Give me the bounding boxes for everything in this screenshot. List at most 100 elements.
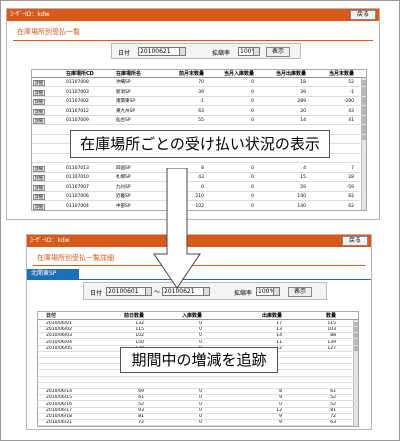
table-row: 2010/06/03 102 0 14 88 — [38, 333, 358, 340]
detail-button[interactable]: 詳細 — [33, 184, 45, 191]
table-cell: 0 — [279, 401, 282, 407]
user-id-label: ﾕｰｻﾞｰID：kdw — [10, 11, 50, 18]
table-cell: 28 — [348, 175, 354, 180]
table-cell: 72 — [330, 414, 336, 419]
table-cell: 0 — [199, 327, 202, 333]
table-cell: 115 — [135, 327, 144, 333]
table-cell: 01107008 — [66, 80, 89, 85]
table-cell: 14 — [276, 333, 282, 339]
col-prev-month: 前月末数量 — [178, 71, 204, 77]
table-cell: 0 — [251, 80, 254, 85]
table-cell: 13 — [276, 327, 282, 333]
table-header: 日付 前日数量 入庫数量 出庫数量 数量 — [38, 312, 358, 320]
table-cell: 18 — [300, 80, 306, 85]
table-cell: 2010/06/01 — [46, 321, 72, 326]
filter-bar: 日付 20100621 拡縮率 100% 表示 — [111, 43, 301, 59]
page-title: 在庫場所別受払一覧 — [17, 28, 80, 36]
user-id-label: ﾕｰｻﾞｰID：kdw — [30, 237, 70, 244]
table-cell: -1 — [199, 99, 205, 104]
date-from-value: 20100601 — [108, 288, 139, 295]
table-cell: 仙台SP — [116, 118, 131, 123]
table-cell: 0 — [251, 165, 254, 171]
table-cell: 01107003 — [66, 89, 89, 95]
table-cell: 2010/06/03 — [46, 333, 72, 339]
table-cell: 11 — [276, 339, 282, 345]
table-row: 2010/06/14 69 0 8 61 — [38, 389, 358, 396]
col-out-qty: 当月出庫数量 — [275, 71, 306, 77]
table-cell: 0 — [251, 194, 254, 199]
table-cell: 61 — [330, 389, 336, 395]
table-row: 2010/06/01 132 0 17 115 — [38, 321, 358, 327]
zoom-select[interactable]: 100% — [238, 47, 260, 56]
table-cell: 55 — [198, 118, 204, 123]
table-cell: 4 — [303, 165, 306, 171]
col-location-name: 在庫場所名 — [116, 71, 142, 77]
display-button[interactable]: 表示 — [288, 287, 312, 297]
detail-button[interactable]: 詳細 — [33, 80, 45, 86]
table-cell: 2010/06/18 — [46, 414, 72, 419]
table-cell: 0 — [251, 118, 254, 123]
table-cell: 43 — [348, 108, 354, 114]
col-in-qty: 当月入庫数量 — [223, 71, 254, 77]
table-cell: 150 — [135, 339, 144, 345]
zoom-label: 拡縮率 — [234, 290, 253, 297]
table-cell: 0 — [199, 414, 202, 419]
table-row: 2010/06/15 61 0 9 52 — [38, 395, 358, 402]
col-end-qty: 当月末数量 — [328, 71, 354, 77]
col-out-qty: 出庫数量 — [261, 313, 282, 319]
detail-button[interactable]: 詳細 — [33, 99, 45, 105]
detail-button[interactable]: 詳細 — [33, 175, 45, 181]
chevron-down-icon — [179, 48, 185, 55]
table-cell: 2010/06/17 — [46, 407, 72, 413]
table-cell: 0 — [251, 175, 254, 180]
table-cell: 2010/06/05 — [46, 345, 72, 351]
table-cell: 52 — [138, 401, 144, 407]
zoom-select[interactable]: 100% — [256, 287, 280, 296]
table-cell: 72 — [138, 420, 144, 426]
date-from-select[interactable]: 20100601 — [106, 287, 152, 296]
table-cell: 52 — [348, 80, 354, 85]
display-button[interactable]: 表示 — [266, 47, 290, 57]
date-select[interactable]: 20100621 — [138, 47, 186, 56]
date-label: 日付 — [118, 50, 131, 57]
return-button[interactable]: 戻る — [350, 10, 376, 20]
table-cell: 01107002 — [66, 99, 89, 104]
table-cell: 9 — [279, 414, 282, 419]
table-cell: 63 — [198, 108, 204, 114]
detail-button[interactable]: 詳細 — [33, 194, 45, 200]
table-cell: 70 — [198, 80, 204, 85]
table-row: 詳細 01107008 沖縄SP 70 0 18 52 — [32, 79, 366, 87]
table-cell: 289 — [297, 99, 306, 104]
table-cell: 115 — [327, 321, 336, 326]
table-cell: 01107013 — [66, 165, 89, 171]
table-cell: 17 — [276, 321, 282, 326]
col-qty: 数量 — [325, 313, 336, 319]
table-cell: -59 — [346, 184, 354, 190]
table-cell: 0 — [251, 184, 254, 190]
return-button[interactable]: 戻る — [342, 236, 368, 246]
table-cell: 01107010 — [66, 175, 89, 180]
table-row: 2010/06/21 72 0 9 63 — [38, 420, 358, 426]
table-cell: 52 — [330, 395, 336, 401]
table-cell: 新潟SP — [116, 89, 131, 95]
detail-button[interactable]: 詳細 — [33, 165, 45, 172]
table-cell: 39 — [198, 89, 204, 95]
table-cell: 41 — [348, 118, 354, 123]
detail-button[interactable]: 詳細 — [33, 89, 45, 96]
detail-button[interactable]: 詳細 — [33, 203, 45, 210]
table-cell: 140 — [297, 194, 306, 199]
table-cell: 0 — [251, 203, 254, 209]
tab-location[interactable]: 北関東SP — [27, 269, 79, 279]
detail-button[interactable]: 詳細 — [33, 108, 45, 115]
table-cell: 0 — [199, 407, 202, 413]
table-row: 詳細 01107009 仙台SP 55 0 14 41 — [32, 117, 366, 125]
table-cell: 59 — [300, 184, 306, 190]
table-cell: 103 — [327, 327, 336, 333]
detail-button[interactable]: 詳細 — [33, 118, 45, 124]
table-cell: 140 — [297, 203, 306, 209]
table-cell: 南関東SP — [116, 99, 136, 104]
table-row: 詳細 01107002 南関東SP -1 0 289 -290 — [32, 98, 366, 106]
table-cell: 102 — [135, 333, 144, 339]
table-cell: 63 — [330, 420, 336, 426]
table-cell: 東九州SP — [116, 108, 136, 114]
